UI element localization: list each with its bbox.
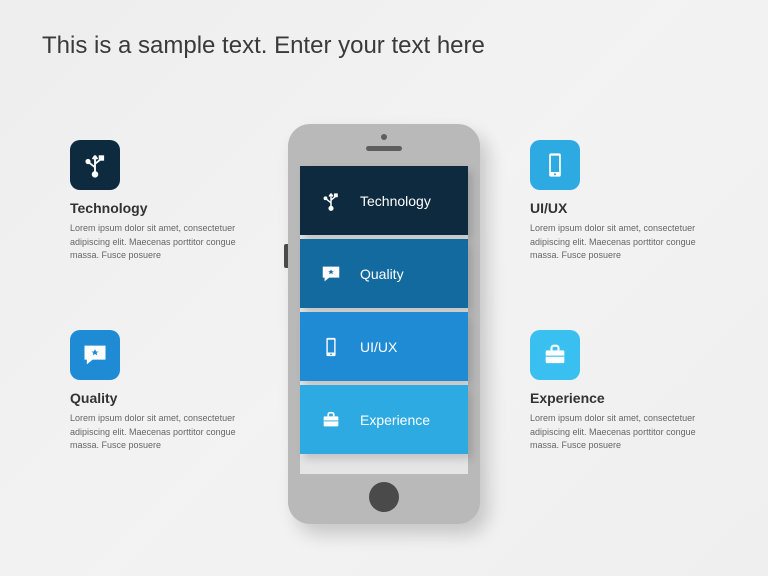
usb-icon [70,140,120,190]
feature-desc: Lorem ipsum dolor sit amet, consectetuer… [530,412,700,453]
feature-uiux: UI/UX Lorem ipsum dolor sit amet, consec… [530,140,700,263]
feature-desc: Lorem ipsum dolor sit amet, consectetuer… [70,412,240,453]
feature-title: Quality [70,390,240,406]
briefcase-icon [314,409,348,431]
feature-technology: Technology Lorem ipsum dolor sit amet, c… [70,140,240,263]
menu-item-experience[interactable]: Experience [300,385,468,454]
phone-frame: Technology Quality UI/UX Experience [288,124,480,524]
feature-quality: Quality Lorem ipsum dolor sit amet, cons… [70,330,240,453]
phone-camera [381,134,387,140]
menu-item-label: Experience [360,412,430,428]
feature-desc: Lorem ipsum dolor sit amet, consectetuer… [530,222,700,263]
phone-side-button [284,244,288,268]
menu-item-technology[interactable]: Technology [300,166,468,235]
menu-item-label: Quality [360,266,404,282]
phone-speaker [366,146,402,151]
menu-item-label: UI/UX [360,339,397,355]
phone-icon [530,140,580,190]
usb-icon [314,190,348,212]
slide-title: This is a sample text. Enter your text h… [42,32,485,60]
briefcase-icon [530,330,580,380]
menu-item-quality[interactable]: Quality [300,239,468,308]
feature-experience: Experience Lorem ipsum dolor sit amet, c… [530,330,700,453]
phone-icon [314,336,348,358]
chat-star-icon [314,263,348,285]
chat-star-icon [70,330,120,380]
feature-title: UI/UX [530,200,700,216]
feature-title: Technology [70,200,240,216]
feature-title: Experience [530,390,700,406]
phone-screen: Technology Quality UI/UX Experience [300,166,468,474]
feature-desc: Lorem ipsum dolor sit amet, consectetuer… [70,222,240,263]
phone-home-button[interactable] [369,482,399,512]
menu-item-uiux[interactable]: UI/UX [300,312,468,381]
menu-item-label: Technology [360,193,431,209]
